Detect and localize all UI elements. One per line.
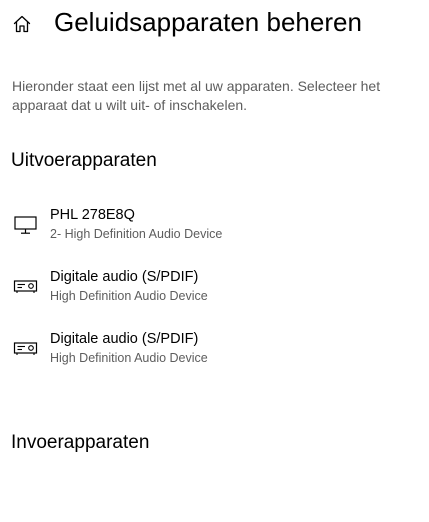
output-device-spdif-1[interactable]: Digitale audio (S/PDIF) High Definition … <box>0 268 429 312</box>
device-name: Digitale audio (S/PDIF) <box>50 269 199 285</box>
monitor-icon <box>14 216 37 234</box>
output-device-spdif-2[interactable]: Digitale audio (S/PDIF) High Definition … <box>0 330 429 374</box>
page-title: Geluidsapparaten beheren <box>54 7 362 37</box>
output-devices-heading: Uitvoerapparaten <box>11 150 157 171</box>
input-devices-heading: Invoerapparaten <box>11 432 150 453</box>
spdif-device-icon <box>13 342 38 355</box>
output-device-phl-278e8q[interactable]: PHL 278E8Q 2- High Definition Audio Devi… <box>0 206 429 250</box>
manage-sound-devices-page: Geluidsapparaten beheren Hieronder staat… <box>0 0 429 522</box>
spdif-device-icon <box>13 280 38 293</box>
device-name: Digitale audio (S/PDIF) <box>50 331 199 347</box>
home-button[interactable] <box>8 10 36 38</box>
page-description: Hieronder staat een lijst met al uw appa… <box>12 78 381 113</box>
home-icon <box>13 15 31 33</box>
device-name: PHL 278E8Q <box>50 207 135 223</box>
device-subtitle: High Definition Audio Device <box>50 289 208 303</box>
device-subtitle: High Definition Audio Device <box>50 351 208 365</box>
device-subtitle: 2- High Definition Audio Device <box>50 227 223 241</box>
page-header: Geluidsapparaten beheren <box>0 0 429 48</box>
